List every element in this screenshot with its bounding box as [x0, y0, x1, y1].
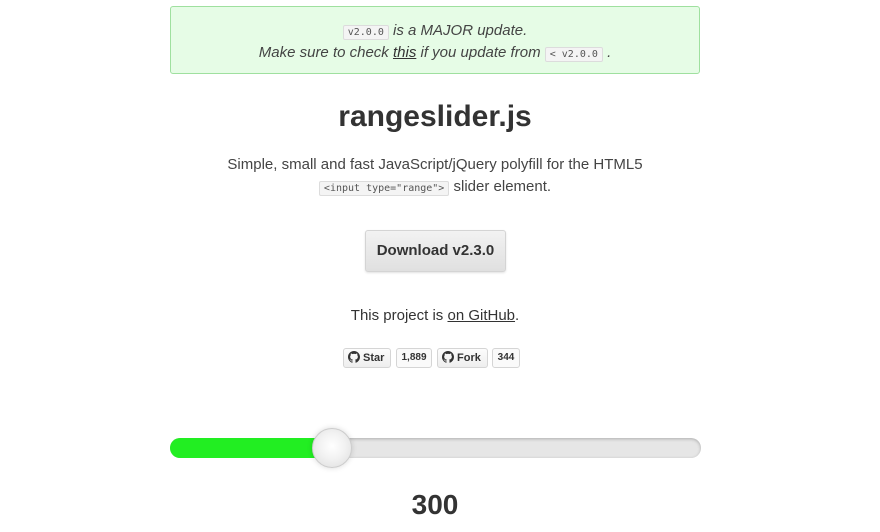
notice-check-link[interactable]: this [393, 44, 416, 61]
range-slider[interactable] [170, 428, 701, 468]
github-line-prefix: This project is [350, 307, 448, 324]
github-mark-icon [348, 351, 360, 363]
page-description: Simple, small and fast JavaScript/jQuery… [0, 154, 870, 200]
slider-handle[interactable] [312, 428, 352, 468]
description-line-2-suffix: slider element. [449, 178, 552, 195]
github-line-suffix: . [515, 307, 520, 324]
download-button[interactable]: Download v2.3.0 [365, 230, 506, 272]
notice-line-2-prefix: Make sure to check [258, 44, 393, 61]
notice-line-1-text: is a MAJOR update. [388, 22, 528, 39]
github-line: This project is on GitHub. [0, 307, 870, 324]
input-range-code: <input type="range"> [318, 181, 450, 196]
notice-line-2: Make sure to check this if you update fr… [171, 43, 699, 65]
description-line-2: <input type="range"> slider element. [0, 176, 870, 200]
slider-output-value: 300 [411, 489, 459, 520]
star-label: Star [363, 352, 385, 364]
old-version-code: < v2.0.0 [544, 47, 603, 62]
notice-line-1: v2.0.0 is a MAJOR update. [171, 21, 699, 43]
github-fork-button[interactable]: Fork [437, 348, 488, 368]
github-star-button[interactable]: Star [343, 348, 391, 368]
description-line-1: Simple, small and fast JavaScript/jQuery… [227, 156, 643, 173]
notice-line-2-suffix: . [602, 44, 612, 61]
github-link[interactable]: on GitHub [447, 307, 515, 324]
fork-label: Fork [457, 352, 481, 364]
update-notice: v2.0.0 is a MAJOR update. Make sure to c… [170, 6, 700, 74]
notice-line-2-middle: if you update from [416, 44, 545, 61]
page-title: rangeslider.js [338, 100, 532, 133]
github-mark-icon [442, 351, 454, 363]
fork-count[interactable]: 344 [492, 348, 520, 368]
star-count[interactable]: 1,889 [396, 348, 432, 368]
version-code: v2.0.0 [342, 25, 389, 40]
